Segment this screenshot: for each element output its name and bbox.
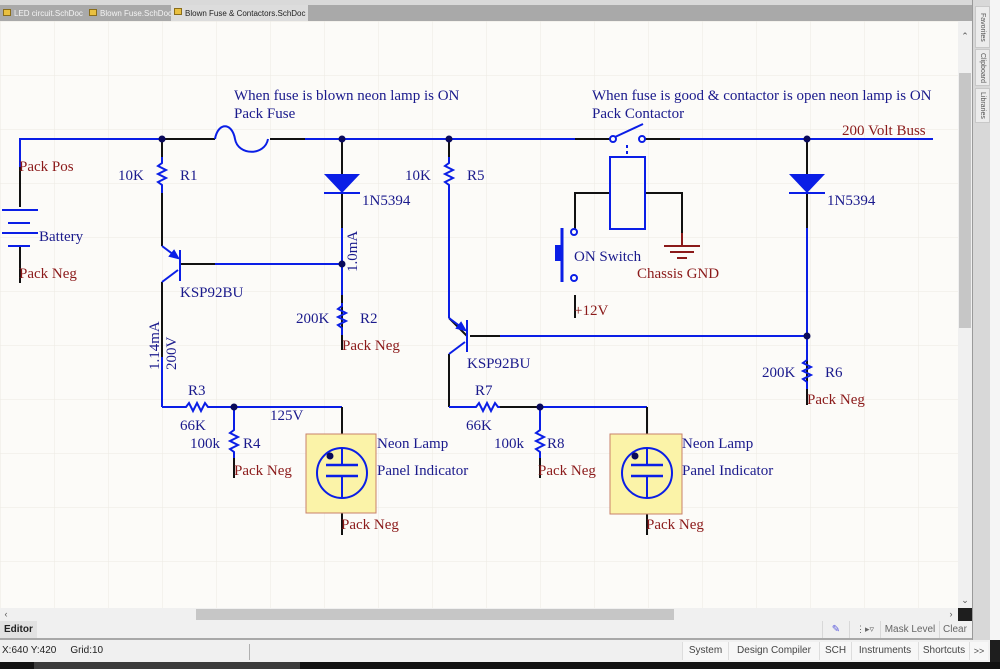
r7-designator: R7 [475, 383, 493, 399]
switch-label: ON Switch [574, 249, 642, 265]
schdoc-icon [3, 9, 11, 16]
voltage-200v: 200V [164, 337, 180, 371]
current-1-14ma: 1.14mA [147, 321, 163, 370]
mask-level-button[interactable]: Mask Level [880, 621, 939, 638]
junction-dot [803, 135, 811, 143]
junction-dot [803, 332, 811, 340]
os-taskbar [0, 662, 1000, 669]
vertical-scrollbar[interactable]: ⌃ ⌄ [958, 21, 972, 608]
fuse-note: When fuse is blown neon lamp is ON [234, 88, 460, 104]
net-pack-neg: Pack Neg [807, 392, 865, 408]
junction-dot [230, 403, 238, 411]
fuse-label: Pack Fuse [234, 106, 296, 122]
net-pack-neg: Pack Neg [234, 463, 292, 479]
lamp2-name: Neon Lamp [682, 436, 753, 452]
tab-label: Blown Fuse & Contactors.SchDoc [185, 9, 306, 18]
side-tab-libraries[interactable]: Libraries [975, 88, 990, 123]
r6-designator: R6 [825, 365, 843, 381]
r8-designator: R8 [547, 436, 565, 452]
contactor-note: When fuse is good & contactor is open ne… [592, 88, 932, 104]
scroll-down-icon[interactable]: ⌄ [958, 593, 972, 607]
cursor-coordinates: X:640 Y:420 Grid:10 [2, 640, 103, 662]
q1-label: KSP92BU [180, 285, 244, 301]
scroll-right-icon[interactable]: › [945, 608, 957, 621]
lamp2-desc: Panel Indicator [682, 463, 773, 479]
tab-label: LED circuit.SchDoc [14, 9, 83, 18]
scroll-left-icon[interactable]: ‹ [0, 608, 12, 621]
right-edge-area [990, 0, 1000, 640]
r1-designator: R1 [180, 168, 198, 184]
q2-label: KSP92BU [467, 356, 531, 372]
junction-dot [445, 135, 453, 143]
junction-dot [158, 135, 166, 143]
status-bar: X:640 Y:420 Grid:10 System Design Compile… [0, 640, 990, 662]
editor-bar: Editor ✎ ⋮▸▿ Mask Level Clear [0, 621, 972, 640]
tab-label: Blown Fuse.SchDoc [100, 9, 173, 18]
r6-value: 200K [762, 365, 796, 381]
d1-label: 1N5394 [362, 193, 411, 209]
d2-label: 1N5394 [827, 193, 876, 209]
tab-blown-fuse-contactors[interactable]: Blown Fuse & Contactors.SchDoc [171, 5, 308, 22]
r1-value: 10K [118, 168, 144, 184]
side-tab-clipboard[interactable]: Clipboard [975, 49, 990, 86]
document-tab-bar: LED circuit.SchDoc Blown Fuse.SchDoc Blo… [0, 0, 972, 22]
lamp1-name: Neon Lamp [377, 436, 448, 452]
neon-lamp-2[interactable] [609, 433, 683, 515]
filter-options-icon[interactable]: ⋮▸▿ [849, 621, 880, 638]
net-200v-buss: 200 Volt Buss [842, 123, 926, 139]
horizontal-scrollbar[interactable]: ‹ › [0, 608, 958, 621]
lamp1-desc: Panel Indicator [377, 463, 468, 479]
r2-designator: R2 [360, 311, 378, 327]
junction-dot [536, 403, 544, 411]
side-tab-favorites[interactable]: Favorites [975, 6, 990, 48]
scroll-up-icon[interactable]: ⌃ [958, 29, 972, 43]
grid-readout: Grid:10 [70, 645, 104, 656]
editor-tab[interactable]: Editor [0, 621, 37, 638]
current-1ma: 1.0mA [345, 231, 361, 272]
status-button-shortcuts[interactable]: Shortcuts [918, 642, 969, 660]
net-pack-pos: Pack Pos [19, 159, 74, 175]
r4-value: 100k [190, 436, 221, 452]
net-plus-12v: +12V [574, 303, 608, 319]
r5-value: 10K [405, 168, 431, 184]
schdoc-icon [174, 8, 182, 15]
taskbar-item[interactable] [34, 662, 300, 669]
r3-value: 66K [180, 418, 206, 434]
contactor-label: Pack Contactor [592, 106, 684, 122]
side-panel-strip: Favorites Clipboard Libraries [972, 0, 991, 640]
clear-button[interactable]: Clear [939, 621, 970, 638]
status-button-more[interactable]: >> [969, 642, 988, 660]
r2-value: 200K [296, 311, 330, 327]
net-chassis-gnd: Chassis GND [637, 266, 719, 282]
net-pack-neg: Pack Neg [538, 463, 596, 479]
net-pack-neg: Pack Neg [646, 517, 704, 533]
schdoc-icon [89, 9, 97, 16]
status-button-system[interactable]: System [682, 642, 728, 660]
coordinates-readout: X:640 Y:420 [2, 645, 57, 656]
status-button-instruments[interactable]: Instruments [851, 642, 918, 660]
clear-filter-icon[interactable]: ✎ [822, 621, 849, 638]
r4-designator: R4 [243, 436, 261, 452]
status-button-design-compiler[interactable]: Design Compiler [728, 642, 819, 660]
tab-blown-fuse[interactable]: Blown Fuse.SchDoc [86, 6, 172, 21]
vertical-scroll-thumb[interactable] [959, 73, 971, 328]
junction-dot [338, 135, 346, 143]
r5-designator: R5 [467, 168, 485, 184]
schematic-canvas[interactable]: When fuse is blown neon lamp is ON Pack … [0, 21, 958, 608]
net-pack-neg: Pack Neg [19, 266, 77, 282]
r3-designator: R3 [188, 383, 206, 399]
net-pack-neg: Pack Neg [341, 517, 399, 533]
status-divider [249, 644, 250, 660]
horizontal-scroll-thumb[interactable] [196, 609, 674, 620]
voltage-125v: 125V [270, 408, 304, 424]
battery-label: Battery [39, 229, 84, 245]
net-pack-neg: Pack Neg [342, 338, 400, 354]
status-button-sch[interactable]: SCH [819, 642, 851, 660]
tab-led-circuit[interactable]: LED circuit.SchDoc [0, 6, 83, 21]
r8-value: 100k [494, 436, 525, 452]
r7-value: 66K [466, 418, 492, 434]
neon-lamp-1[interactable] [305, 433, 377, 514]
